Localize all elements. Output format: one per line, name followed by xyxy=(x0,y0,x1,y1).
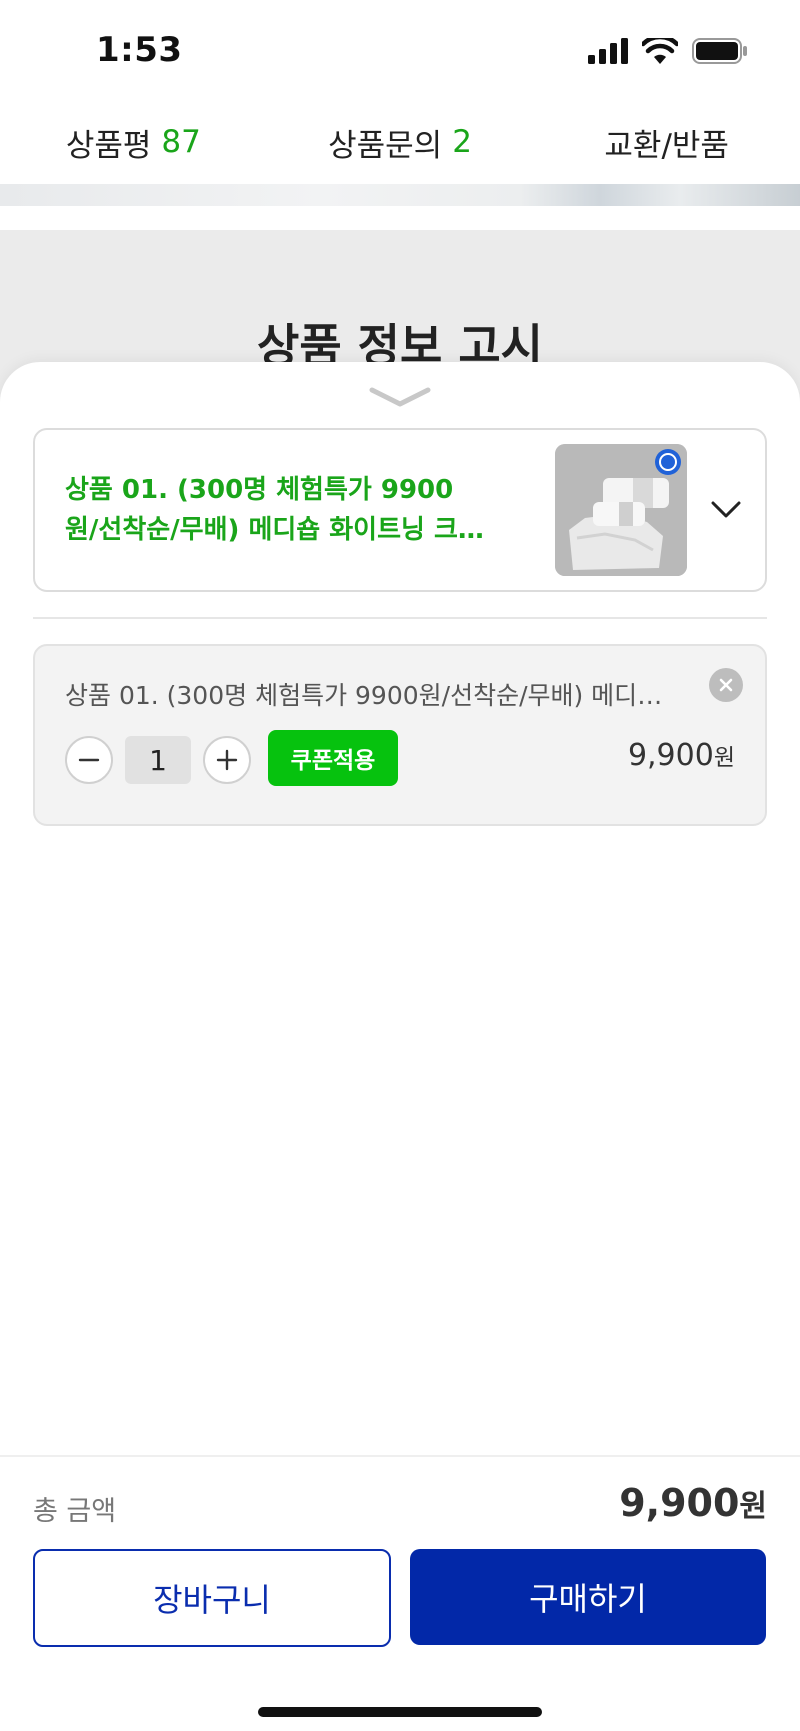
status-bar: 1:53 xyxy=(0,0,800,100)
product-thumbnail xyxy=(555,444,687,576)
wifi-icon xyxy=(642,38,678,64)
total-price: 9,900원 xyxy=(619,1481,767,1525)
option-price: 9,900원 xyxy=(628,738,735,773)
status-time: 1:53 xyxy=(96,30,183,70)
selected-option-item: 상품 01. (300명 체험특가 9900원/선착순/무배) 메디숍 화이트닝… xyxy=(33,644,767,826)
divider xyxy=(33,617,767,619)
product-tabs: 상품평 87 상품문의 2 교환/반품 xyxy=(0,100,800,184)
quantity-value[interactable]: 1 xyxy=(125,736,191,784)
option-price-value: 9,900 xyxy=(627,738,714,773)
product-photo-strip xyxy=(0,184,800,206)
tab-exchange-return[interactable]: 교환/반품 xyxy=(533,100,800,184)
decrease-quantity-button[interactable] xyxy=(65,736,113,784)
tab-label: 상품문의 xyxy=(328,127,443,164)
cellular-signal-icon xyxy=(588,38,628,64)
chevron-down-icon xyxy=(711,501,741,518)
selected-product-name: 상품 01. (300명 체험특가 9900원/선착순/무배) 메디숍 화이트닝… xyxy=(65,475,482,545)
battery-icon xyxy=(692,38,747,64)
option-item-name: 상품 01. (300명 체험특가 9900원/선착순/무배) 메디숍 화이트닝… xyxy=(65,681,665,710)
apply-coupon-button[interactable]: 쿠폰적용 xyxy=(268,730,398,786)
product-option-select[interactable]: 상품 01. (300명 체험특가 9900원/선착순/무배) 메디숍 화이트닝… xyxy=(33,428,767,592)
minus-icon xyxy=(78,758,100,762)
tab-label: 교환/반품 xyxy=(604,127,729,164)
total-price-unit: 원 xyxy=(739,1489,767,1524)
total-price-value: 9,900 xyxy=(619,1481,740,1525)
buy-now-button[interactable]: 구매하기 xyxy=(410,1549,766,1645)
tab-count: 2 xyxy=(452,124,472,160)
tab-reviews[interactable]: 상품평 87 xyxy=(0,100,267,184)
increase-quantity-button[interactable] xyxy=(203,736,251,784)
sheet-collapse-handle-icon[interactable] xyxy=(368,384,432,412)
tab-count: 87 xyxy=(161,124,201,160)
tab-inquiries[interactable]: 상품문의 2 xyxy=(267,100,534,184)
home-indicator xyxy=(258,1707,542,1717)
status-icons xyxy=(588,38,748,64)
close-icon xyxy=(719,678,733,692)
remove-option-button[interactable] xyxy=(709,668,743,702)
add-to-cart-button[interactable]: 장바구니 xyxy=(33,1549,391,1647)
purchase-footer: 총 금액 9,900원 장바구니 구매하기 xyxy=(0,1455,800,1731)
plus-icon xyxy=(216,749,238,771)
product-image xyxy=(555,444,687,576)
total-label: 총 금액 xyxy=(33,1496,117,1527)
tab-label: 상품평 xyxy=(65,127,152,164)
option-price-unit: 원 xyxy=(713,745,735,771)
quantity-stepper: 1 xyxy=(65,736,251,784)
